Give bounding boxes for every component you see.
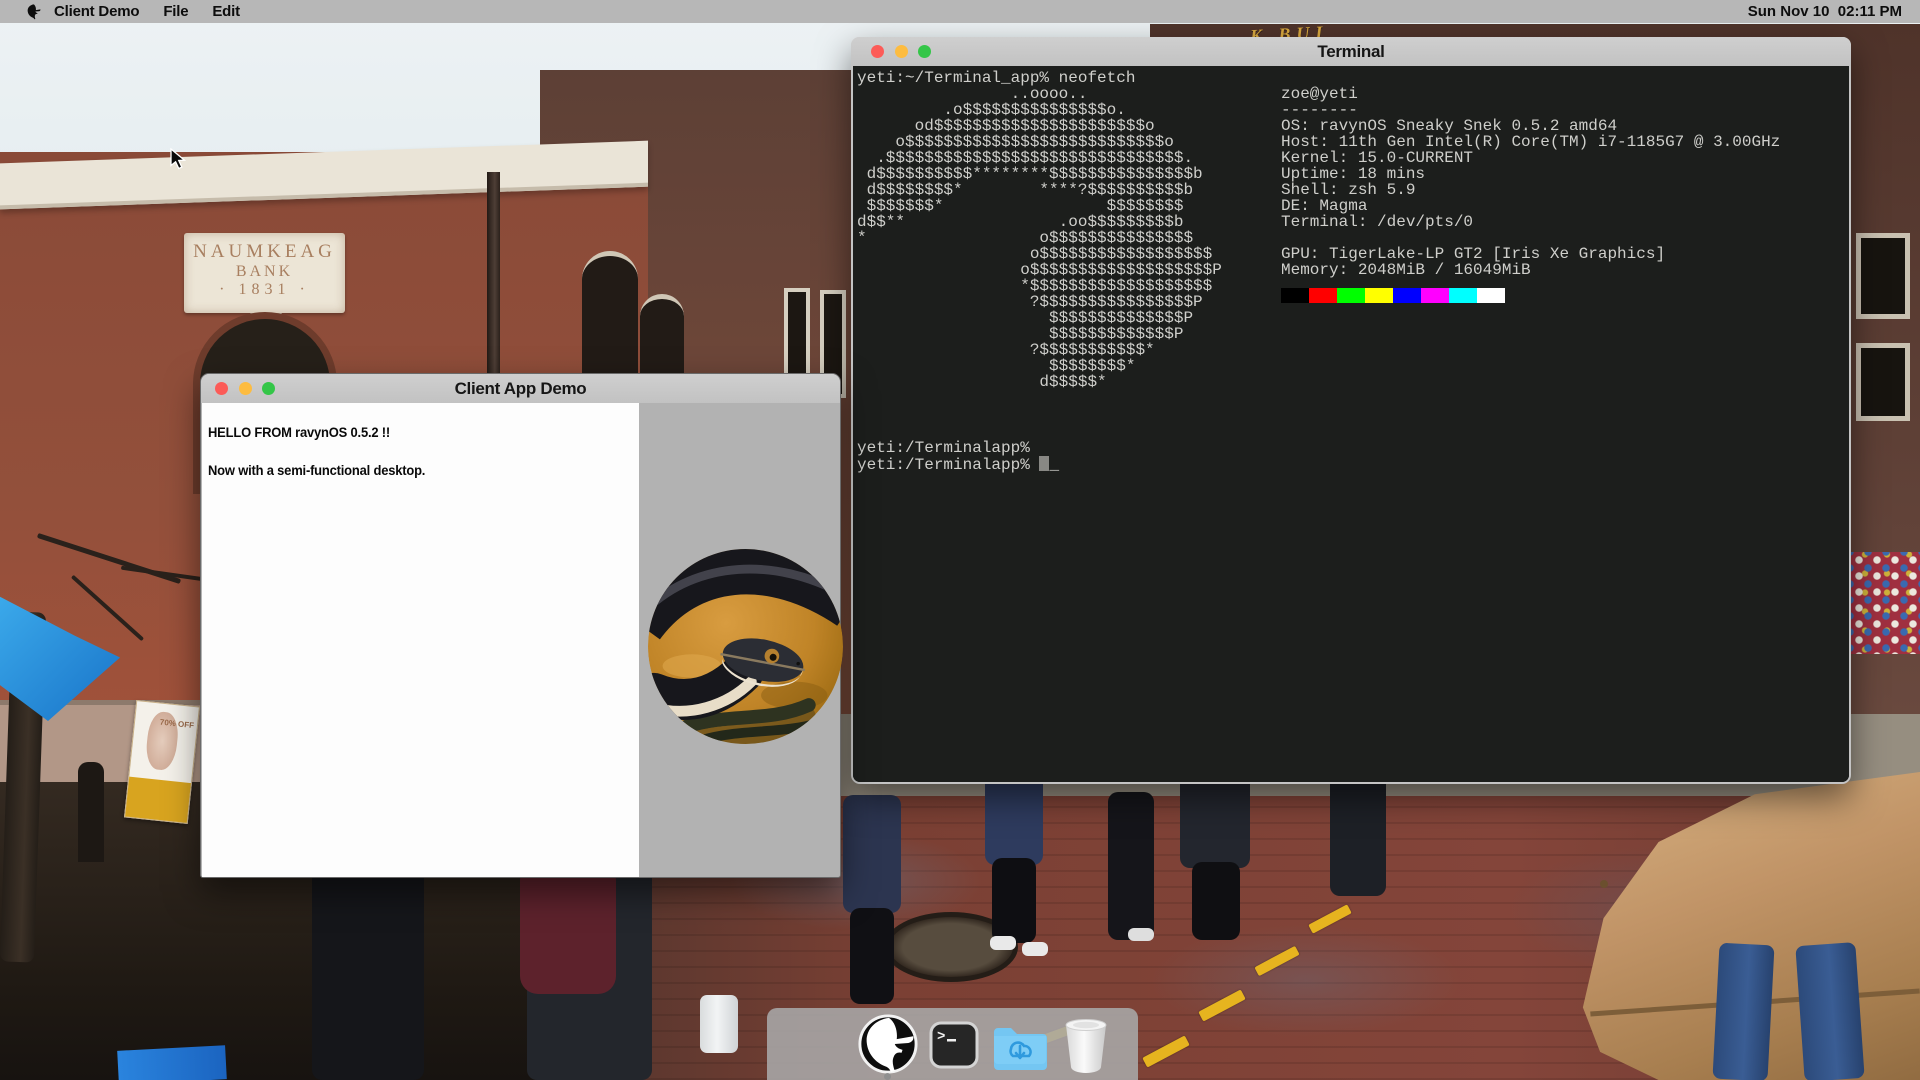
dock-item-downloads[interactable] xyxy=(991,1022,1049,1077)
palette-swatch xyxy=(1309,288,1337,303)
building-window xyxy=(1856,343,1910,421)
pedestrian-legs xyxy=(992,858,1036,943)
plaque-line: · 1831 · xyxy=(184,281,345,299)
palette-swatch xyxy=(1337,288,1365,303)
pedestrian-jeans-leg xyxy=(1795,942,1864,1080)
terminal-color-palette xyxy=(1281,288,1505,303)
umbrella-tip xyxy=(1600,880,1608,888)
pedestrian-legs xyxy=(1192,862,1240,940)
terminal-window-title: Terminal xyxy=(851,42,1851,62)
ravynos-logo-icon[interactable] xyxy=(25,3,42,20)
terminal-command-line: yeti:~/Terminal_app% neofetch xyxy=(857,70,1135,86)
sneaker xyxy=(990,936,1016,950)
plaque-line: BANK xyxy=(184,263,345,281)
raven-icon xyxy=(857,1013,919,1075)
menu-bar: Client Demo File Edit Sun Nov 10 02:11 P… xyxy=(0,0,1920,23)
pedestrian-legs xyxy=(1108,792,1154,940)
client-image-panel xyxy=(639,403,840,877)
building-window xyxy=(1856,233,1910,319)
running-indicator xyxy=(884,1073,891,1080)
dock-item-filer[interactable] xyxy=(857,1013,919,1080)
dock-item-terminal[interactable]: > xyxy=(929,1021,979,1074)
neofetch-info: zoe@yeti -------- OS: ravynOS Sneaky Sne… xyxy=(1281,86,1780,278)
menu-edit[interactable]: Edit xyxy=(200,3,252,20)
plaque-line: NAUMKEAG xyxy=(184,241,345,263)
mouse-cursor xyxy=(170,148,192,177)
menu-file[interactable]: File xyxy=(151,3,200,20)
palette-swatch xyxy=(1477,288,1505,303)
palette-swatch xyxy=(1449,288,1477,303)
polka-dot-umbrella xyxy=(1850,552,1920,654)
client-text-panel: HELLO FROM ravynOS 0.5.2 !! Now with a s… xyxy=(202,403,639,877)
terminal-icon: > xyxy=(929,1021,979,1069)
bollard xyxy=(78,762,104,862)
white-mug xyxy=(700,995,738,1053)
pedestrian xyxy=(843,795,901,913)
terminal-titlebar[interactable]: Terminal xyxy=(851,37,1851,66)
snake-photo xyxy=(648,549,843,744)
trash-icon xyxy=(1063,1017,1109,1075)
palette-swatch xyxy=(1365,288,1393,303)
shop-poster: 70% OFF xyxy=(124,700,200,824)
menu-app-name[interactable]: Client Demo xyxy=(42,3,151,20)
terminal-prompt: yeti:/Terminalapp% xyxy=(857,456,1039,474)
dock: > xyxy=(767,1008,1138,1080)
client-message-1: HELLO FROM ravynOS 0.5.2 !! xyxy=(208,425,390,440)
dock-item-trash[interactable] xyxy=(1063,1017,1109,1080)
sneaker xyxy=(1128,928,1154,941)
client-titlebar[interactable]: Client App Demo xyxy=(201,374,840,403)
downloads-folder-icon xyxy=(991,1022,1049,1072)
bank-plaque: NAUMKEAG BANK · 1831 · xyxy=(184,233,345,313)
svg-text:>: > xyxy=(937,1029,945,1045)
pedestrian-jeans-leg xyxy=(1712,943,1774,1080)
terminal-window: Terminal yeti:~/Terminal_app% neofetch .… xyxy=(851,37,1851,784)
palette-swatch xyxy=(1393,288,1421,303)
pedestrian-legs xyxy=(850,908,894,1004)
blue-tarp xyxy=(117,1045,227,1080)
client-app-window: Client App Demo HELLO FROM ravynOS 0.5.2… xyxy=(200,373,841,878)
terminal-prompts: yeti:/Terminalapp% yeti:/Terminalapp% _ xyxy=(857,440,1059,473)
maroon-backpack xyxy=(520,862,616,994)
client-window-title: Client App Demo xyxy=(201,379,840,399)
client-message-2: Now with a semi-functional desktop. xyxy=(208,463,425,478)
sneaker xyxy=(1022,942,1048,956)
neofetch-ascii-art: ..oooo.. .o$$$$$$$$$$$$$$$o. od$$$$$$$$$… xyxy=(857,86,1222,390)
palette-swatch xyxy=(1281,288,1309,303)
terminal-block-cursor xyxy=(1039,456,1049,471)
terminal-prompt: yeti:/Terminalapp% xyxy=(857,439,1030,457)
desktop: K BUI NAUMKEAG BANK · 1831 · xyxy=(0,0,1920,1080)
terminal-content[interactable]: yeti:~/Terminal_app% neofetch ..oooo.. .… xyxy=(853,66,1849,782)
pedestrian xyxy=(312,868,424,1080)
poster-gold-band xyxy=(125,777,191,823)
menu-clock: Sun Nov 10 02:11 PM xyxy=(1748,3,1902,20)
palette-swatch xyxy=(1421,288,1449,303)
bank-window xyxy=(582,251,638,379)
